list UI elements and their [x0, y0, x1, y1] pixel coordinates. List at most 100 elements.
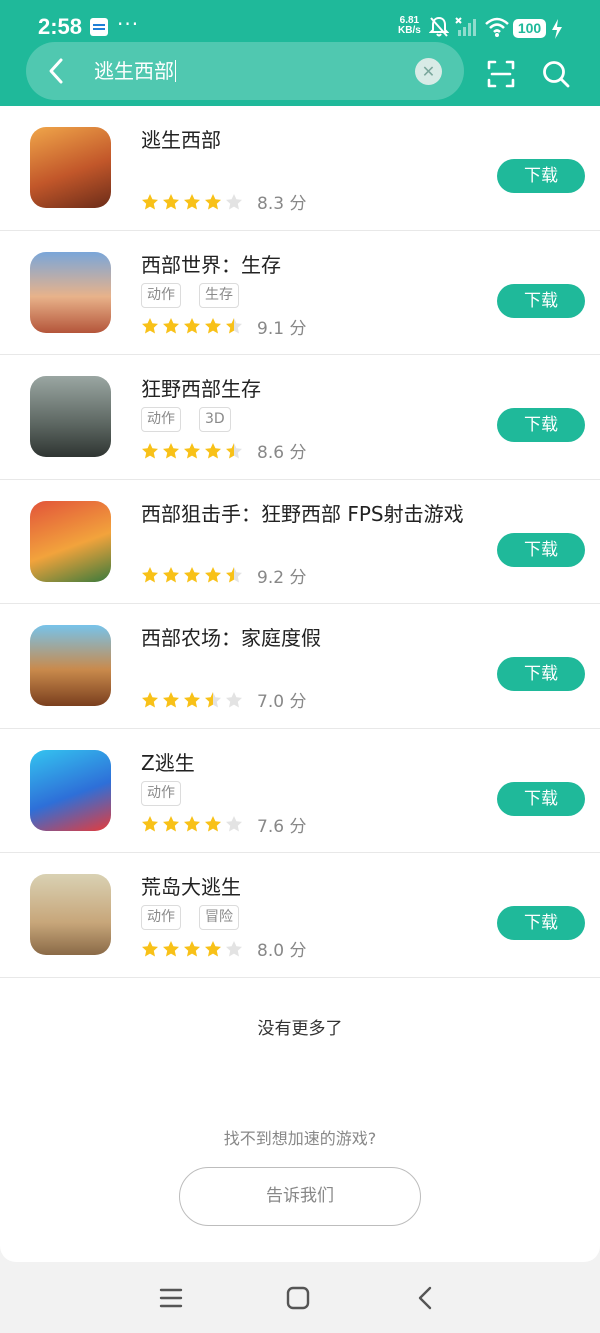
star-rating	[141, 442, 243, 460]
star-icon	[226, 816, 242, 832]
list-item[interactable]: 西部世界：生存 动作 生存 9.1 分 下载	[0, 231, 600, 355]
star-icon	[184, 816, 200, 832]
download-button[interactable]: 下载	[497, 408, 585, 442]
download-button[interactable]: 下载	[497, 159, 585, 193]
star-rating	[141, 940, 243, 958]
rating: 7.0 分	[141, 687, 306, 712]
star-icon	[163, 193, 179, 209]
star-icon	[142, 691, 158, 707]
search-input[interactable]: 逃生西部	[94, 58, 176, 84]
star-rating	[141, 566, 243, 584]
clear-icon[interactable]: ✕	[415, 58, 442, 85]
notification-mute-icon	[429, 16, 449, 37]
star-icon	[205, 691, 221, 707]
star-icon	[226, 442, 242, 458]
download-button[interactable]: 下载	[497, 781, 585, 816]
tag: 动作	[141, 407, 181, 432]
back-icon[interactable]	[42, 56, 72, 86]
star-icon	[205, 442, 221, 458]
star-icon	[163, 816, 179, 832]
net-speed: 6.81 KB/s	[398, 16, 421, 36]
star-icon	[142, 318, 158, 334]
battery-indicator: 100	[513, 19, 546, 38]
app-icon[interactable]	[30, 749, 111, 831]
tag: 3D	[199, 407, 231, 432]
back-icon[interactable]	[412, 1284, 440, 1312]
download-button[interactable]: 下载	[497, 906, 585, 940]
star-icon	[226, 567, 242, 583]
star-icon	[226, 940, 242, 956]
star-icon	[163, 940, 179, 956]
header: 2:58 ··· 6.81 KB/s 100 逃生西部 ✕	[0, 0, 600, 106]
more-notifications-icon: ···	[117, 12, 140, 36]
star-rating	[141, 317, 243, 335]
score: 8.0 分	[257, 941, 307, 961]
rating: 8.0 分	[141, 936, 306, 961]
list-item[interactable]: 西部农场：家庭度假 7.0 分 下载	[0, 604, 600, 729]
app-name[interactable]: 西部狙击手：狂野西部 FPS射击游戏	[141, 498, 464, 527]
not-found-hint: 找不到想加速的游戏?	[223, 1129, 377, 1148]
app-icon[interactable]	[30, 376, 111, 457]
tag: 动作	[141, 780, 181, 806]
status-time: 2:58	[38, 14, 83, 39]
star-icon	[205, 816, 221, 832]
app-icon[interactable]	[30, 625, 111, 706]
star-icon	[184, 940, 200, 956]
app-icon[interactable]	[30, 500, 111, 582]
list-item[interactable]: Z逃生动作 7.6 分 下载	[0, 729, 600, 853]
star-icon	[184, 691, 200, 707]
tell-us-button[interactable]: 告诉我们	[179, 1167, 421, 1226]
list-item[interactable]: 西部狙击手：狂野西部 FPS射击游戏 9.2 分 下载	[0, 480, 600, 604]
app-name[interactable]: Z逃生	[141, 747, 195, 776]
download-button[interactable]: 下载	[497, 657, 585, 691]
results-panel: 逃生西部 8.3 分下载 西部世界：生存 动作 生存 9.1 分下载 狂野西部生存 动作 3D 8…	[0, 106, 600, 1262]
star-icon	[184, 567, 200, 583]
score: 7.6 分	[257, 816, 307, 837]
charging-icon	[552, 19, 562, 39]
rating: 9.2 分	[141, 563, 306, 588]
score: 8.6 分	[257, 443, 307, 463]
star-rating	[141, 691, 243, 709]
status-bar: 2:58 ··· 6.81 KB/s 100	[0, 0, 600, 40]
net-speed-unit: KB/s	[398, 25, 421, 36]
star-icon	[184, 318, 200, 334]
rating: 7.6 分	[141, 812, 306, 837]
star-rating	[141, 193, 243, 211]
app-name[interactable]: 逃生西部	[141, 124, 221, 153]
app-name[interactable]: 狂野西部生存	[141, 373, 261, 402]
menu-icon[interactable]	[157, 1284, 185, 1312]
list-item[interactable]: 狂野西部生存动作 3D 8.6 分 下载	[0, 355, 600, 480]
rating: 8.3 分	[141, 189, 306, 214]
app-name[interactable]: 西部农场：家庭度假	[141, 622, 321, 651]
tag-list: 动作 冒险	[141, 905, 239, 930]
app-icon[interactable]	[30, 874, 111, 955]
star-icon	[205, 193, 221, 209]
star-icon	[142, 940, 158, 956]
star-icon	[142, 442, 158, 458]
tag: 生存	[199, 282, 239, 308]
signal-off-icon	[455, 17, 476, 36]
star-icon	[226, 318, 242, 334]
download-button[interactable]: 下载	[497, 532, 585, 567]
search-query: 逃生西部	[94, 59, 174, 83]
list-item[interactable]: 荒岛大逃生动作 冒险 8.0 分 下载	[0, 853, 600, 978]
text-caret	[175, 60, 176, 82]
tag-list: 动作 生存	[141, 282, 239, 308]
app-name[interactable]: 荒岛大逃生	[141, 871, 241, 900]
score: 9.2 分	[257, 567, 307, 588]
app-icon[interactable]	[30, 127, 111, 208]
star-icon	[226, 193, 242, 209]
star-icon	[163, 691, 179, 707]
search-bar[interactable]	[26, 42, 464, 100]
score: 7.0 分	[257, 692, 307, 712]
search-icon[interactable]	[541, 59, 571, 89]
app-name[interactable]: 西部世界：生存	[141, 249, 281, 278]
download-button[interactable]: 下载	[497, 283, 585, 318]
star-icon	[142, 193, 158, 209]
star-icon	[163, 318, 179, 334]
list-item[interactable]: 逃生西部 8.3 分 下载	[0, 106, 600, 231]
scan-icon[interactable]	[486, 59, 516, 89]
star-icon	[184, 442, 200, 458]
home-icon[interactable]	[284, 1284, 312, 1312]
app-icon[interactable]	[30, 251, 111, 333]
